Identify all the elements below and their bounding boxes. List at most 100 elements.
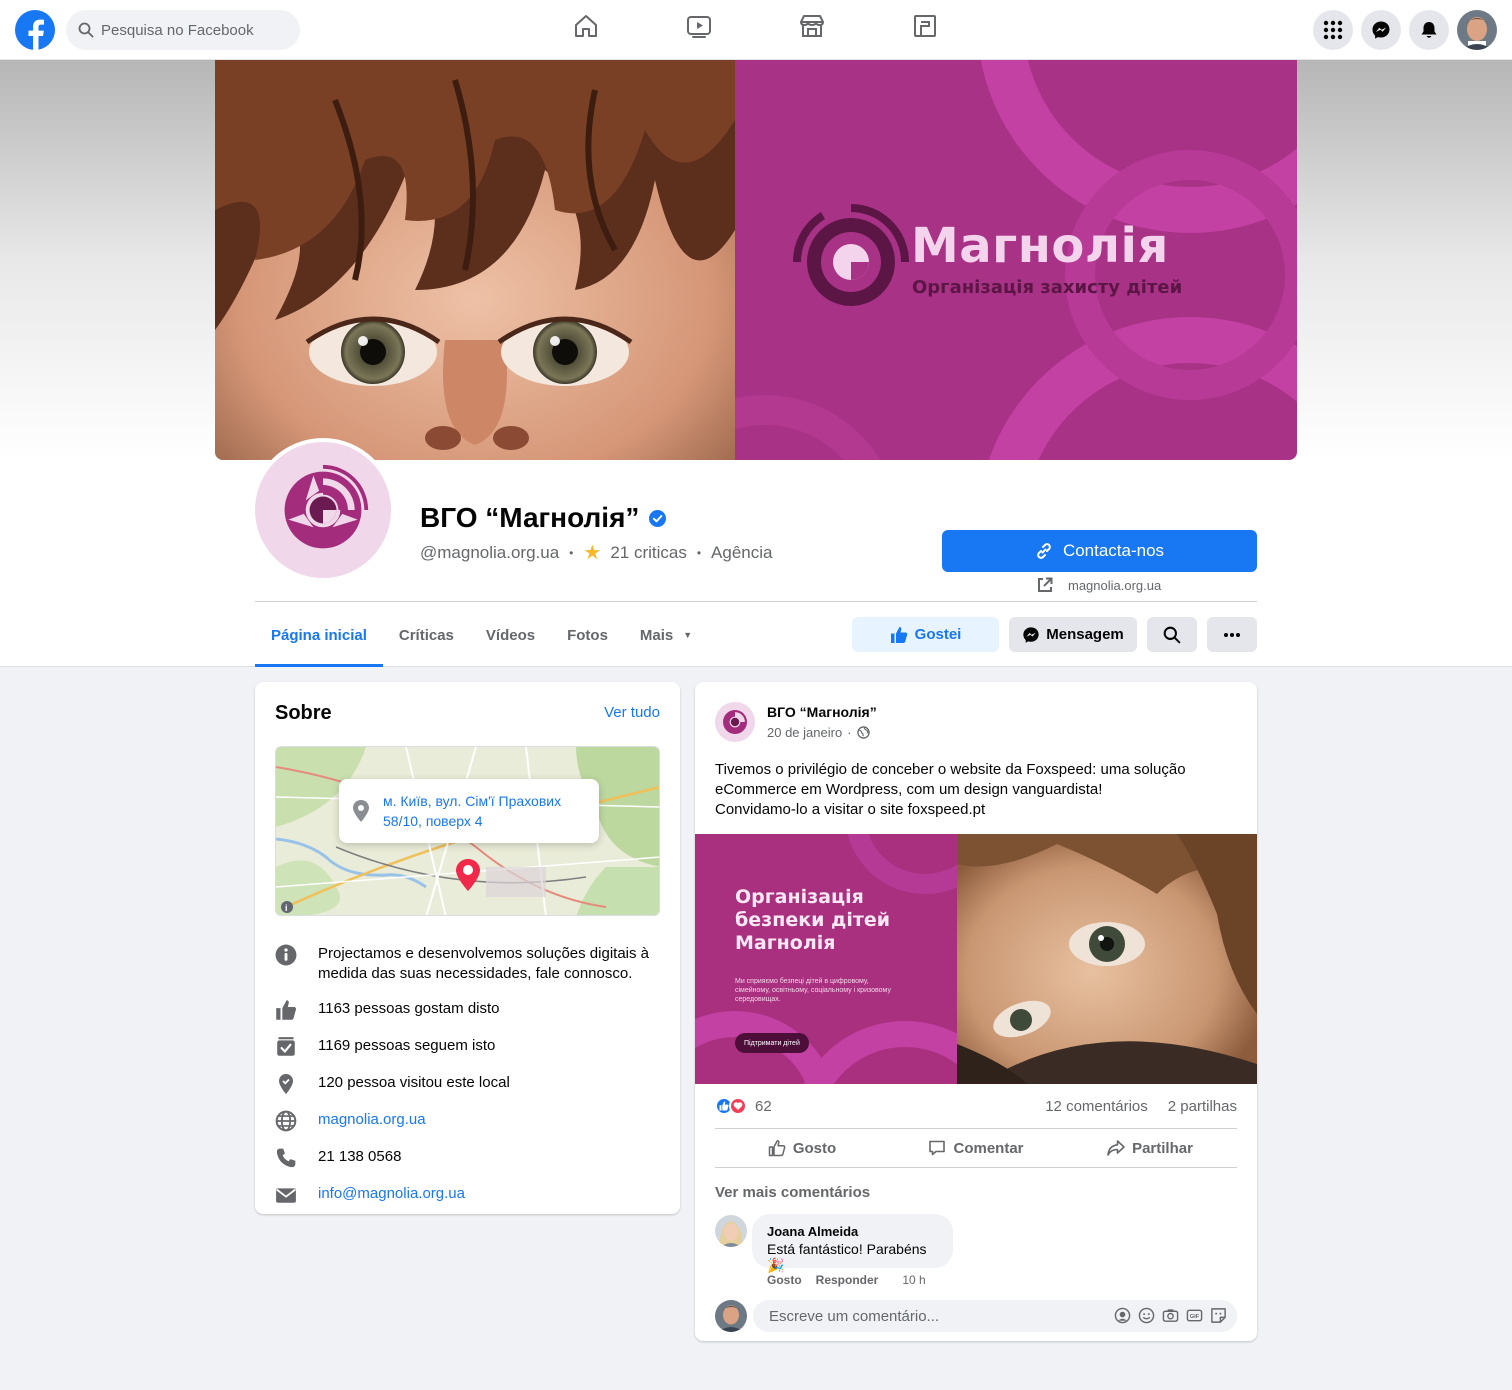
svg-text:GIF: GIF <box>1190 1314 1200 1320</box>
see-all-link[interactable]: Ver tudo <box>604 704 660 721</box>
comment-reply-button[interactable]: Responder <box>816 1273 879 1287</box>
view-more-comments-link[interactable]: Ver mais comentários <box>715 1184 870 1201</box>
post-comment-button[interactable]: Comentar <box>889 1129 1063 1167</box>
cover-brand-panel: Магнолія Організація захисту дітей <box>735 60 1297 460</box>
engagement-counts: 12 comentários 2 partilhas <box>1045 1098 1237 1115</box>
header-website-link[interactable]: magnolia.org.ua <box>1036 576 1161 594</box>
home-nav-button[interactable] <box>572 12 600 45</box>
header-website-text: magnolia.org.ua <box>1068 577 1162 593</box>
page-reviews-link[interactable]: 21 criticas <box>610 543 687 563</box>
about-phone: 21 138 0568 <box>318 1148 402 1165</box>
post-author-avatar[interactable] <box>715 702 755 742</box>
watch-icon <box>687 16 711 38</box>
follow-check-icon <box>277 1037 295 1056</box>
cover-photo[interactable]: Магнолія Організація захисту дітей <box>215 60 1297 460</box>
user-avatar-icon <box>1457 10 1497 50</box>
comment-tools: GIF <box>1107 1307 1227 1324</box>
link-icon <box>1037 543 1051 559</box>
gaming-nav-button[interactable] <box>911 12 939 45</box>
contact-button-label: Contacta-nos <box>1062 541 1165 560</box>
comment-text: Está fantástico! Parabéns 🎉 <box>767 1241 927 1273</box>
post-image-cta: Підтримати дітей <box>735 1033 809 1053</box>
about-email-row: info@magnolia.org.ua <box>275 1184 660 1206</box>
about-phone-row: 21 138 0568 <box>275 1147 660 1169</box>
more-options-button[interactable] <box>1207 617 1257 652</box>
comment-meta: Gosto Responder 10 h <box>767 1273 926 1287</box>
avatar-sticker-icon[interactable] <box>1114 1307 1131 1324</box>
about-title: Sobre <box>275 702 332 724</box>
public-globe-icon <box>856 726 870 739</box>
comment-bubble: Joana Almeida Está fantástico! Parabéns … <box>752 1214 953 1273</box>
verified-badge-icon <box>649 509 667 527</box>
messenger-button[interactable] <box>1361 10 1401 50</box>
write-comment-box[interactable]: GIF <box>753 1300 1237 1332</box>
cover-brand-title: Магнолія <box>911 218 1169 274</box>
emoji-icon[interactable] <box>1138 1307 1155 1324</box>
commenter-avatar[interactable] <box>715 1215 747 1247</box>
sticker-icon[interactable] <box>1210 1307 1227 1324</box>
external-link-icon <box>1038 577 1053 592</box>
about-details: Projectamos e desenvolvemos soluções dig… <box>275 944 660 1221</box>
messenger-icon <box>1023 626 1039 643</box>
post-date-text[interactable]: 20 de janeiro <box>767 725 842 740</box>
location-pin-icon <box>353 800 369 822</box>
watch-nav-button[interactable] <box>685 12 713 45</box>
tab-photos[interactable]: Fotos <box>551 603 624 667</box>
page-search-button[interactable] <box>1147 617 1197 652</box>
location-map[interactable]: i м. Київ, вул. Сім'ї Прахових 58/10, по… <box>275 746 660 916</box>
about-follows: 1169 pessoas seguem isto <box>318 1037 496 1054</box>
about-website-link[interactable]: magnolia.org.ua <box>318 1110 426 1130</box>
page-handle: @magnolia.org.ua <box>420 542 560 562</box>
comment-like-button[interactable]: Gosto <box>767 1273 802 1287</box>
top-navigation-bar <box>0 0 1512 60</box>
thumbs-up-outline-icon <box>768 1139 786 1157</box>
post-card: ВГО “Магнолія” 20 de janeiro · Tivemos o… <box>695 682 1257 1341</box>
write-comment-input[interactable] <box>769 1307 1129 1325</box>
notifications-icon <box>1421 22 1437 38</box>
page-name-text: ВГО “Магнолія” <box>420 502 640 533</box>
post-date: 20 de janeiro · <box>767 725 870 740</box>
marketplace-icon <box>800 15 824 37</box>
about-card: Sobre Ver tudo i м. Київ, вул. Сім'ї Пра… <box>255 682 680 1214</box>
gif-icon[interactable]: GIF <box>1186 1307 1203 1324</box>
comments-count[interactable]: 12 comentários <box>1045 1098 1148 1115</box>
page-tabs: Página inicial Críticas Vídeos Fotos Mai… <box>255 603 708 667</box>
map-address-popup[interactable]: м. Київ, вул. Сім'ї Прахових 58/10, пове… <box>339 779 599 843</box>
post-author-name[interactable]: ВГО “Магнолія” <box>767 704 877 720</box>
notifications-button[interactable] <box>1409 10 1449 50</box>
about-description: Projectamos e desenvolvemos soluções dig… <box>318 945 650 982</box>
about-email-link[interactable]: info@magnolia.org.ua <box>318 1184 465 1204</box>
menu-button[interactable] <box>1313 10 1353 50</box>
account-avatar[interactable] <box>1457 10 1497 50</box>
comment-time[interactable]: 10 h <box>902 1273 925 1287</box>
post-image-paragraph: Ми сприяємо безпеці дітей в цифровому, с… <box>735 978 891 1003</box>
post-image[interactable]: Організація безпеки дітей Магнолія Ми сп… <box>695 834 1257 1084</box>
contact-button[interactable]: Contacta-nos <box>942 530 1257 572</box>
tab-home[interactable]: Página inicial <box>255 603 383 667</box>
like-page-button[interactable]: Gostei <box>852 617 999 652</box>
cover-child-photo <box>215 60 735 460</box>
post-share-button[interactable]: Partilhar <box>1063 1129 1237 1167</box>
thumbs-up-icon <box>276 1000 297 1020</box>
magnolia-logo-icon <box>723 710 747 734</box>
search-box[interactable] <box>66 10 300 50</box>
about-description-row: Projectamos e desenvolvemos soluções dig… <box>275 944 660 984</box>
reactions-summary[interactable]: 62 <box>715 1097 772 1115</box>
search-input[interactable] <box>101 21 291 39</box>
marketplace-nav-button[interactable] <box>798 12 826 45</box>
comment-icon <box>929 1140 946 1156</box>
caret-down-icon: ▼ <box>683 630 693 640</box>
camera-icon[interactable] <box>1162 1307 1179 1324</box>
facebook-logo-icon[interactable] <box>15 10 55 50</box>
commenter-name[interactable]: Joana Almeida <box>767 1224 938 1239</box>
shares-count[interactable]: 2 partilhas <box>1168 1098 1237 1115</box>
post-like-button[interactable]: Gosto <box>715 1129 889 1167</box>
tab-reviews[interactable]: Críticas <box>383 603 470 667</box>
tab-videos[interactable]: Vídeos <box>470 603 551 667</box>
profile-picture[interactable] <box>251 438 395 582</box>
message-button[interactable]: Mensagem <box>1009 617 1137 652</box>
message-button-label: Mensagem <box>1046 626 1124 643</box>
tab-more[interactable]: Mais ▼ <box>624 603 708 667</box>
post-image-brand-panel: Організація безпеки дітей Магнолія Ми сп… <box>695 834 957 1084</box>
post-actions: Gosto Comentar Partilhar <box>715 1129 1237 1167</box>
